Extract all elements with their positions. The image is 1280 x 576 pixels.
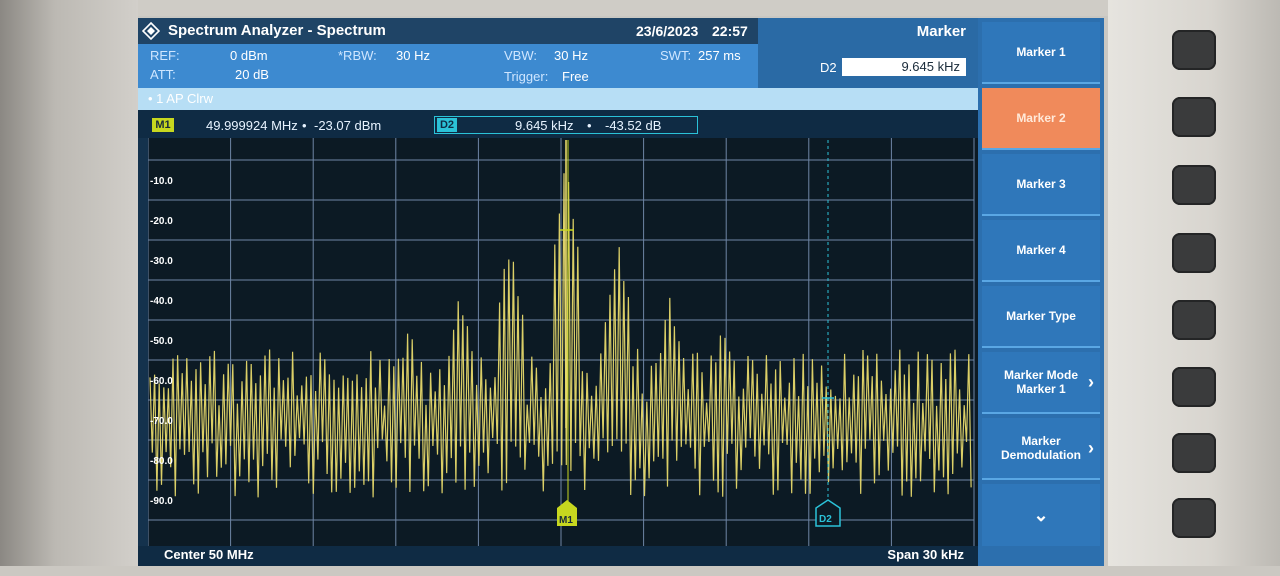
hardware-button-5[interactable] [1172, 300, 1216, 340]
softkey-more[interactable]: ⌄ [982, 484, 1100, 546]
y-tick-label: -40.0 [150, 296, 173, 307]
softkey-label: Marker 2 [1016, 111, 1066, 125]
date-readout: 23/6/2023 [636, 23, 699, 39]
m1-flag-label: M1 [559, 515, 573, 526]
softkey-label: Marker [1021, 434, 1061, 448]
footer-bar: Center 50 MHz Span 30 kHz [138, 546, 978, 566]
m1-dot-separator: • [302, 118, 307, 133]
softkey-marker-2[interactable]: Marker 2 [982, 88, 1100, 150]
softkey-marker-4[interactable]: Marker 4 [982, 220, 1100, 282]
ref-label: REF: [150, 48, 180, 63]
softkey-label: Marker Mode [1003, 368, 1079, 382]
swt-label: SWT: [660, 48, 692, 63]
hardware-button-6[interactable] [1172, 367, 1216, 407]
analyzer-screen: Spectrum Analyzer - Spectrum 23/6/2023 2… [138, 18, 1104, 566]
app-title: Spectrum Analyzer - Spectrum [168, 22, 386, 39]
y-tick-label: -20.0 [150, 216, 173, 227]
d2-flag-label: D2 [819, 514, 832, 525]
y-tick-label: -60.0 [150, 376, 173, 387]
m1-frequency: 49.999924 MHz [206, 118, 298, 133]
rbw-value: 30 Hz [396, 48, 430, 63]
time-readout: 22:57 [712, 23, 748, 39]
marker-header: Marker D2 9.645 kHz [758, 18, 978, 88]
span-value: Span 30 kHz [887, 547, 964, 562]
marker-info-line: M1 49.999924 MHz • -23.07 dBm D2 9.645 k… [138, 110, 978, 138]
d2-readout[interactable]: D2 9.645 kHz • -43.52 dB [434, 116, 698, 134]
hardware-button-2[interactable] [1172, 97, 1216, 137]
softkey-marker-type[interactable]: Marker Type [982, 286, 1100, 348]
softkey-marker-demodulation[interactable]: Marker Demodulation › [982, 418, 1100, 480]
y-tick-label: -10.0 [150, 176, 173, 187]
trigger-label: Trigger: [504, 69, 549, 84]
y-tick-label: -70.0 [150, 416, 173, 427]
ref-value: 0 dBm [230, 48, 268, 63]
d2-frequency-input[interactable]: 9.645 kHz [842, 58, 966, 76]
trace-label: • 1 AP Clrw [148, 91, 213, 106]
d2-tag: D2 [437, 118, 457, 132]
chevron-right-icon: › [1088, 438, 1094, 458]
vbw-value: 30 Hz [554, 48, 588, 63]
softkey-label: Marker 3 [1016, 177, 1066, 191]
hardware-button-4[interactable] [1172, 233, 1216, 273]
rbw-label: *RBW: [338, 48, 377, 63]
trace-bar[interactable]: • 1 AP Clrw [138, 88, 978, 110]
chevron-down-icon: ⌄ [1033, 504, 1049, 525]
att-label: ATT: [150, 67, 176, 82]
att-value: 20 dB [235, 67, 269, 82]
softkey-panel: Marker 1 Marker 2 Marker 3 Marker 4 Mark… [978, 18, 1104, 566]
softkey-label: Marker 4 [1016, 243, 1066, 257]
rs-logo-icon [142, 22, 160, 40]
hardware-button-1[interactable] [1172, 30, 1216, 70]
hardware-button-8[interactable] [1172, 498, 1216, 538]
y-tick-label: -90.0 [150, 496, 173, 507]
hardware-button-3[interactable] [1172, 165, 1216, 205]
marker-header-title: Marker [916, 23, 966, 40]
vbw-label: VBW: [504, 48, 537, 63]
y-tick-label: -50.0 [150, 336, 173, 347]
softkey-marker-3[interactable]: Marker 3 [982, 154, 1100, 216]
d2-dot-separator: • [587, 118, 592, 133]
softkey-marker-1[interactable]: Marker 1 [982, 22, 1100, 84]
m1-level: -23.07 dBm [314, 118, 382, 133]
softkey-sublabel: Marker 1 [1016, 382, 1066, 396]
y-tick-label: -30.0 [150, 256, 173, 267]
d2-header-label: D2 [820, 60, 837, 75]
spectrum-plot[interactable]: -10.0 -20.0 -30.0 -40.0 -50.0 -60.0 -70.0 -80.0… [147, 138, 978, 546]
y-tick-label: -80.0 [150, 456, 173, 467]
center-frequency: Center 50 MHz [164, 547, 254, 562]
chevron-right-icon: › [1088, 372, 1094, 392]
bezel-left [0, 0, 138, 576]
d2-frequency: 9.645 kHz [515, 118, 574, 133]
softkey-sublabel: Demodulation [1001, 448, 1081, 462]
bezel-top [0, 0, 1280, 16]
bezel-bottom [0, 566, 1280, 576]
m1-tag: M1 [152, 118, 174, 132]
softkey-label: Marker Type [1006, 309, 1076, 323]
softkey-marker-mode[interactable]: Marker Mode Marker 1 › [982, 352, 1100, 414]
bezel-right [1108, 0, 1280, 576]
spectrum-svg: -10.0 -20.0 -30.0 -40.0 -50.0 -60.0 -70.0 -80.0… [147, 138, 975, 546]
hardware-button-7[interactable] [1172, 433, 1216, 473]
swt-value: 257 ms [698, 48, 741, 63]
trigger-value: Free [562, 69, 589, 84]
softkey-label: Marker 1 [1016, 45, 1066, 59]
settings-panel[interactable]: REF: 0 dBm ATT: 20 dB *RBW: 30 Hz VBW: 3… [138, 44, 758, 88]
d2-level: -43.52 dB [605, 118, 662, 133]
